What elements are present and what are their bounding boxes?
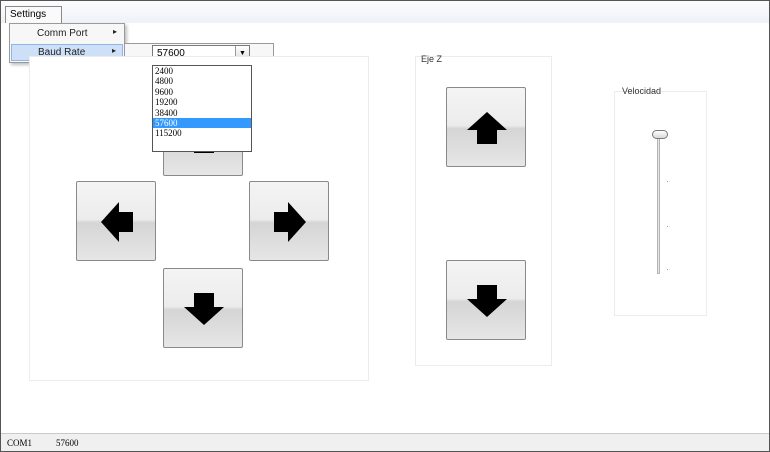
speed-panel (614, 91, 707, 316)
speed-slider-track[interactable] (657, 134, 660, 274)
slider-tick (667, 269, 668, 270)
status-port: COM1 (7, 438, 33, 448)
move-down-button[interactable] (163, 268, 243, 348)
baud-option-2400[interactable]: 2400 (153, 66, 251, 76)
z-down-button[interactable] (446, 260, 526, 340)
arrow-up-icon (467, 112, 507, 144)
arrow-down-icon (184, 293, 224, 325)
status-baud: 57600 (56, 438, 79, 448)
z-up-button[interactable] (446, 87, 526, 167)
baud-option-4800[interactable]: 4800 (153, 76, 251, 86)
arrow-right-icon (274, 202, 306, 242)
baud-option-9600[interactable]: 9600 (153, 87, 251, 97)
status-bar: COM1 57600 (1, 433, 769, 451)
move-left-button[interactable] (76, 181, 156, 261)
baud-option-38400[interactable]: 38400 (153, 108, 251, 118)
baud-option-115200[interactable]: 115200 (153, 128, 251, 138)
slider-tick (667, 181, 668, 182)
app-window: Settings Comm Port ▸ Baud Rate ▸ 57600 ▼ (0, 0, 770, 452)
submenu-arrow-icon: ▸ (111, 46, 116, 55)
arrow-left-icon (101, 202, 133, 242)
menu-item-comm-port[interactable]: Comm Port ▸ (11, 26, 123, 43)
baud-option-19200[interactable]: 19200 (153, 97, 251, 107)
menu-bar: Settings (1, 1, 769, 23)
slider-tick (667, 226, 668, 227)
settings-menu[interactable]: Settings (5, 6, 62, 23)
baud-rate-list: 2400 4800 9600 19200 38400 57600 115200 (152, 65, 252, 152)
submenu-arrow-icon: ▸ (112, 27, 117, 36)
z-axis-label: Eje Z (421, 54, 443, 64)
move-right-button[interactable] (249, 181, 329, 261)
speed-slider-thumb[interactable] (652, 130, 668, 139)
baud-option-57600[interactable]: 57600 (153, 117, 251, 129)
arrow-down-icon (467, 285, 507, 317)
menu-item-label: Comm Port (37, 28, 88, 39)
speed-label: Velocidad (622, 86, 662, 96)
